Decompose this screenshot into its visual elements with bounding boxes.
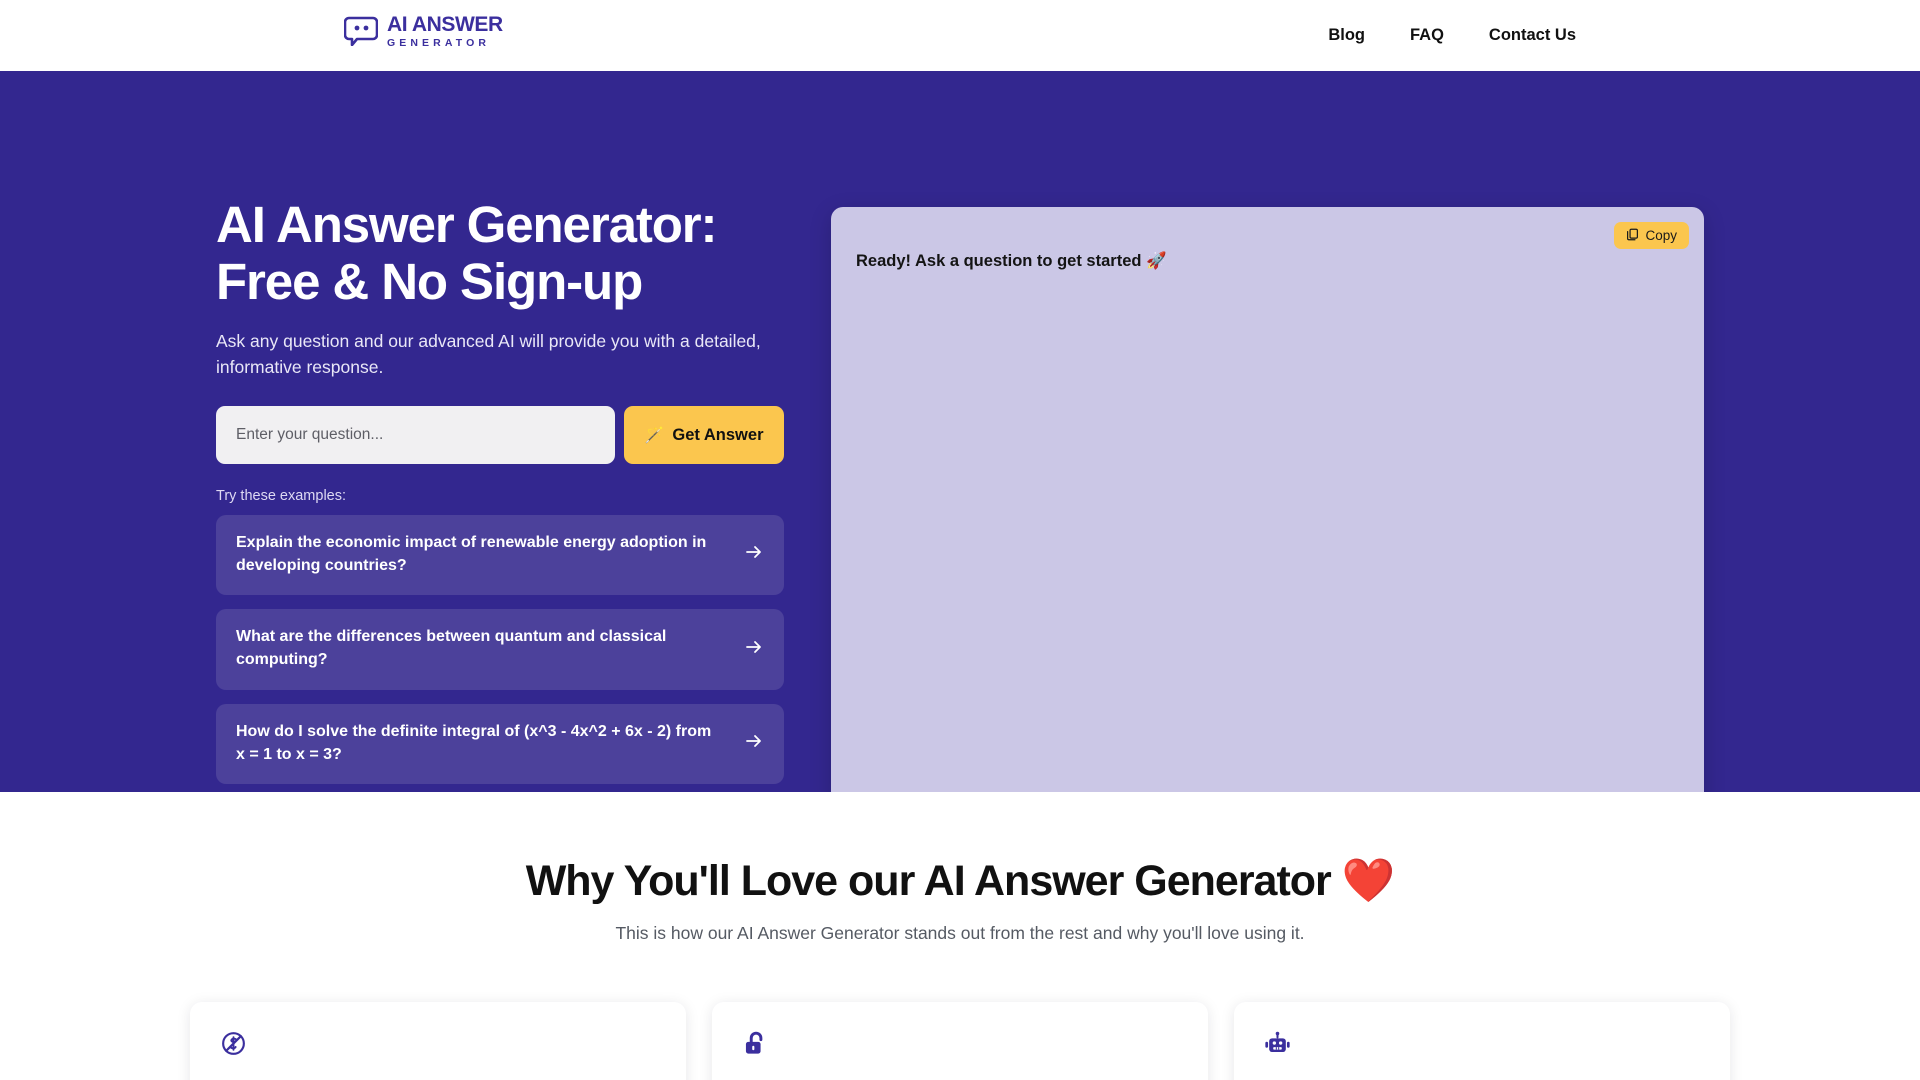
example-list: Explain the economic impact of renewable… — [216, 515, 784, 785]
chat-bubble-icon — [344, 16, 378, 47]
feature-card: Free for All — [190, 1002, 686, 1080]
nav-link-blog[interactable]: Blog — [1328, 26, 1365, 45]
hero-section: AI Answer Generator: Free & No Sign-up A… — [0, 71, 1920, 806]
site-header: AI ANSWER GENERATOR Blog FAQ Contact Us — [0, 0, 1920, 71]
example-card-text: How do I solve the definite integral of … — [236, 722, 712, 763]
ask-form: 🪄 Get Answer — [216, 406, 784, 464]
example-card-text: Explain the economic impact of renewable… — [236, 534, 707, 574]
logo-subtitle: GENERATOR — [387, 37, 491, 49]
examples-label: Try these examples: — [216, 488, 347, 504]
no-money-icon — [220, 1030, 656, 1057]
arrow-right-icon — [744, 637, 764, 662]
answer-status-text: Ready! Ask a question to get started 🚀 — [856, 252, 1167, 270]
copy-button[interactable]: Copy — [1614, 222, 1689, 249]
example-card[interactable]: Explain the economic impact of renewable… — [216, 515, 784, 596]
logo-title: AI ANSWER — [387, 13, 503, 36]
answer-panel: Copy Ready! Ask a question to get starte… — [831, 207, 1704, 806]
get-answer-button[interactable]: 🪄 Get Answer — [624, 406, 784, 464]
nav-link-contact-us[interactable]: Contact Us — [1489, 26, 1576, 45]
hero-left-column: AI Answer Generator: Free & No Sign-up A… — [216, 196, 796, 785]
feature-card: Powered by GPT-4 — [1234, 1002, 1730, 1080]
page-title: AI Answer Generator: Free & No Sign-up — [216, 196, 796, 310]
example-card[interactable]: What are the differences between quantum… — [216, 609, 784, 690]
arrow-right-icon — [744, 542, 764, 567]
nav-link-faq[interactable]: FAQ — [1410, 26, 1444, 45]
features-section: Why You'll Love our AI Answer Generator … — [0, 792, 1920, 1080]
example-card[interactable]: How do I solve the definite integral of … — [216, 703, 784, 785]
hero-title-line2: Free & No Sign-up — [216, 253, 643, 311]
feature-card: No Sign-Up Required — [712, 1002, 1208, 1080]
main-nav: Blog FAQ Contact Us — [1328, 0, 1576, 71]
hero-title-line1: AI Answer Generator: — [216, 196, 718, 253]
features-title: Why You'll Love our AI Answer Generator … — [525, 857, 1396, 905]
robot-icon — [1264, 1030, 1700, 1057]
question-input[interactable] — [216, 406, 615, 464]
unlock-icon — [742, 1030, 1178, 1057]
copy-icon — [1626, 228, 1639, 244]
magic-wand-icon: 🪄 — [644, 427, 665, 444]
example-card-text: What are the differences between quantum… — [236, 628, 667, 669]
site-logo[interactable]: AI ANSWER GENERATOR — [344, 14, 503, 49]
arrow-right-icon — [744, 731, 764, 756]
copy-label: Copy — [1645, 228, 1677, 243]
feature-grid: Free for All No Sign-Up Required — [0, 1002, 1920, 1080]
features-subtitle: This is how our AI Answer Generator stan… — [615, 923, 1305, 943]
get-answer-label: Get Answer — [672, 425, 764, 444]
hero-subtitle: Ask any question and our advanced AI wil… — [216, 331, 761, 378]
